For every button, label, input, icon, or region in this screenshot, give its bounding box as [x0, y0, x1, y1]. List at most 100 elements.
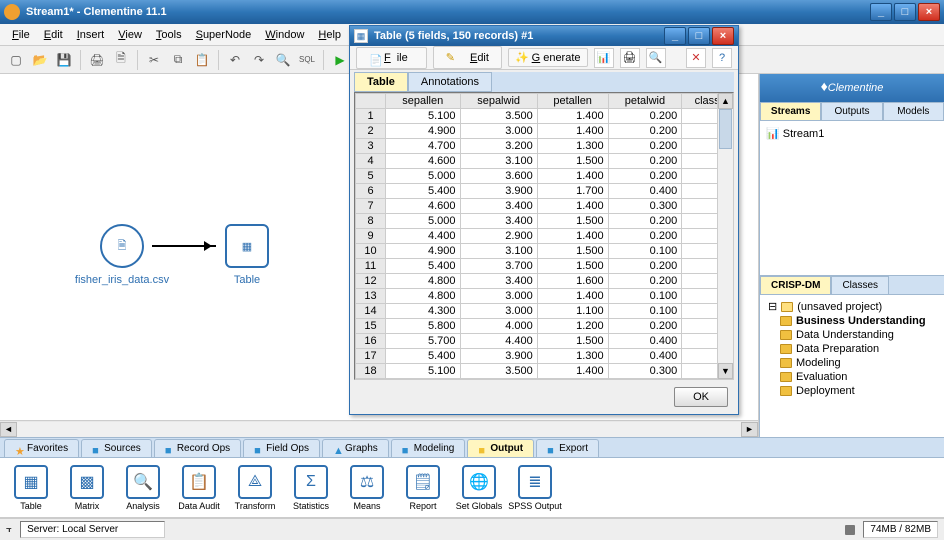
palette-tab-graphs[interactable]: ▲Graphs	[322, 439, 389, 457]
table-row[interactable]: 15.1003.5001.4000.2000	[356, 109, 733, 124]
table-node[interactable]: ▦ Table	[225, 224, 269, 268]
palette-item-analysis[interactable]: 🔍Analysis	[120, 465, 166, 511]
cell[interactable]: 4.900	[386, 124, 461, 139]
link-arrow[interactable]	[152, 245, 216, 247]
cell[interactable]: 4.700	[386, 139, 461, 154]
twin-tab-table[interactable]: Table	[354, 72, 408, 92]
cell[interactable]: 3.500	[460, 364, 537, 379]
palette-tab-sources[interactable]: ■Sources	[81, 439, 152, 457]
menu-view[interactable]: View	[112, 27, 148, 43]
cell[interactable]: 5.400	[386, 184, 461, 199]
cell[interactable]: 1.400	[537, 229, 608, 244]
cell[interactable]: 0.100	[608, 289, 682, 304]
preview-icon[interactable]: 🗎	[111, 50, 131, 70]
table-row[interactable]: 85.0003.4001.5000.2000	[356, 214, 733, 229]
run-icon[interactable]: ▶	[330, 50, 350, 70]
palette-item-table[interactable]: ▦Table	[8, 465, 54, 511]
cell[interactable]: 5.000	[386, 214, 461, 229]
twin-close-button[interactable]: ×	[712, 27, 734, 45]
palette-item-report[interactable]: 🗒Report	[400, 465, 446, 511]
table-row[interactable]: 74.6003.4001.4000.3000	[356, 199, 733, 214]
palette-tab-favorites[interactable]: ★Favorites	[4, 439, 79, 457]
crispdm-business-understanding[interactable]: Business Understanding	[766, 314, 938, 328]
cell[interactable]: 3.100	[460, 244, 537, 259]
table-row[interactable]: 55.0003.6001.4000.2000	[356, 169, 733, 184]
cell[interactable]: 1.200	[537, 319, 608, 334]
crispdm-evaluation[interactable]: Evaluation	[766, 370, 938, 384]
project-root[interactable]: ⊟ (unsaved project)	[766, 299, 938, 314]
twin-chart-icon[interactable]: 📊	[594, 48, 614, 68]
cell[interactable]: 0.400	[608, 349, 682, 364]
twin-find-icon[interactable]: 🔍	[646, 48, 666, 68]
twin-maximize-button[interactable]: □	[688, 27, 710, 45]
cell[interactable]: 3.900	[460, 349, 537, 364]
cell[interactable]: 4.800	[386, 289, 461, 304]
twin-tab-annotations[interactable]: Annotations	[408, 72, 492, 92]
cell[interactable]: 3.400	[460, 199, 537, 214]
palette-item-means[interactable]: ⚖Means	[344, 465, 390, 511]
col-sepalwid[interactable]: sepalwid	[460, 94, 537, 109]
cell[interactable]: 0.200	[608, 259, 682, 274]
cell[interactable]: 0.200	[608, 109, 682, 124]
table-row[interactable]: 195.7003.8001.7000.3000	[356, 379, 733, 381]
tab-crispdm[interactable]: CRISP-DM	[760, 276, 831, 294]
cell[interactable]: 3.900	[460, 184, 537, 199]
table-row[interactable]: 65.4003.9001.7000.4000	[356, 184, 733, 199]
cell[interactable]: 1.500	[537, 154, 608, 169]
palette-tab-modeling[interactable]: ■Modeling	[391, 439, 466, 457]
cell[interactable]: 4.300	[386, 304, 461, 319]
col-petalwid[interactable]: petalwid	[608, 94, 682, 109]
maximize-button[interactable]: □	[894, 3, 916, 21]
menu-file[interactable]: File	[6, 27, 36, 43]
table-row[interactable]: 144.3003.0001.1000.1000	[356, 304, 733, 319]
cell[interactable]: 0.200	[608, 214, 682, 229]
cell[interactable]: 3.000	[460, 304, 537, 319]
cell[interactable]: 4.400	[386, 229, 461, 244]
twin-print-icon[interactable]: 🖨	[620, 48, 640, 68]
scroll-down-icon[interactable]: ▼	[718, 363, 733, 379]
cell[interactable]: 1.400	[537, 124, 608, 139]
twin-help-icon[interactable]: ?	[712, 48, 732, 68]
scroll-right-icon[interactable]: ►	[741, 422, 758, 437]
col-sepallen[interactable]: sepallen	[386, 94, 461, 109]
cell[interactable]: 4.600	[386, 154, 461, 169]
menu-edit[interactable]: Edit	[38, 27, 69, 43]
table-row[interactable]: 115.4003.7001.5000.2000	[356, 259, 733, 274]
cell[interactable]: 5.700	[386, 334, 461, 349]
twin-minimize-button[interactable]: _	[664, 27, 686, 45]
crispdm-deployment[interactable]: Deployment	[766, 384, 938, 398]
cell[interactable]: 5.700	[386, 379, 461, 381]
table-window[interactable]: ▦ Table (5 fields, 150 records) #1 _ □ ×…	[349, 25, 739, 415]
table-row[interactable]: 44.6003.1001.5000.2000	[356, 154, 733, 169]
scroll-thumb[interactable]	[719, 109, 732, 149]
cell[interactable]: 0.100	[608, 244, 682, 259]
cell[interactable]: 3.700	[460, 259, 537, 274]
palette-item-set-globals[interactable]: 🌐Set Globals	[456, 465, 502, 511]
scroll-left-icon[interactable]: ◄	[0, 422, 17, 437]
cell[interactable]: 0.100	[608, 304, 682, 319]
table-row[interactable]: 104.9003.1001.5000.1000	[356, 244, 733, 259]
cell[interactable]: 5.800	[386, 319, 461, 334]
cell[interactable]: 3.400	[460, 214, 537, 229]
table-data-grid[interactable]: sepallensepalwidpetallenpetalwidclass15.…	[354, 92, 734, 380]
tab-outputs[interactable]: Outputs	[821, 102, 882, 120]
table-row[interactable]: 155.8004.0001.2000.2000	[356, 319, 733, 334]
cell[interactable]: 3.100	[460, 154, 537, 169]
cell[interactable]: 0.300	[608, 199, 682, 214]
menu-help[interactable]: Help	[312, 27, 347, 43]
crispdm-data-preparation[interactable]: Data Preparation	[766, 342, 938, 356]
cell[interactable]: 4.400	[460, 334, 537, 349]
cell[interactable]: 0.200	[608, 319, 682, 334]
cell[interactable]: 1.100	[537, 304, 608, 319]
table-row[interactable]: 124.8003.4001.6000.2000	[356, 274, 733, 289]
cell[interactable]: 1.500	[537, 334, 608, 349]
table-row[interactable]: 134.8003.0001.4000.1000	[356, 289, 733, 304]
cell[interactable]: 4.900	[386, 244, 461, 259]
cell[interactable]: 1.500	[537, 259, 608, 274]
sql-icon[interactable]: SQL	[297, 50, 317, 70]
tab-classes[interactable]: Classes	[831, 276, 889, 294]
cell[interactable]: 0.200	[608, 154, 682, 169]
tab-streams[interactable]: Streams	[760, 102, 821, 120]
stream-item[interactable]: 📊 Stream1	[766, 125, 938, 142]
table-row[interactable]: 24.9003.0001.4000.2000	[356, 124, 733, 139]
